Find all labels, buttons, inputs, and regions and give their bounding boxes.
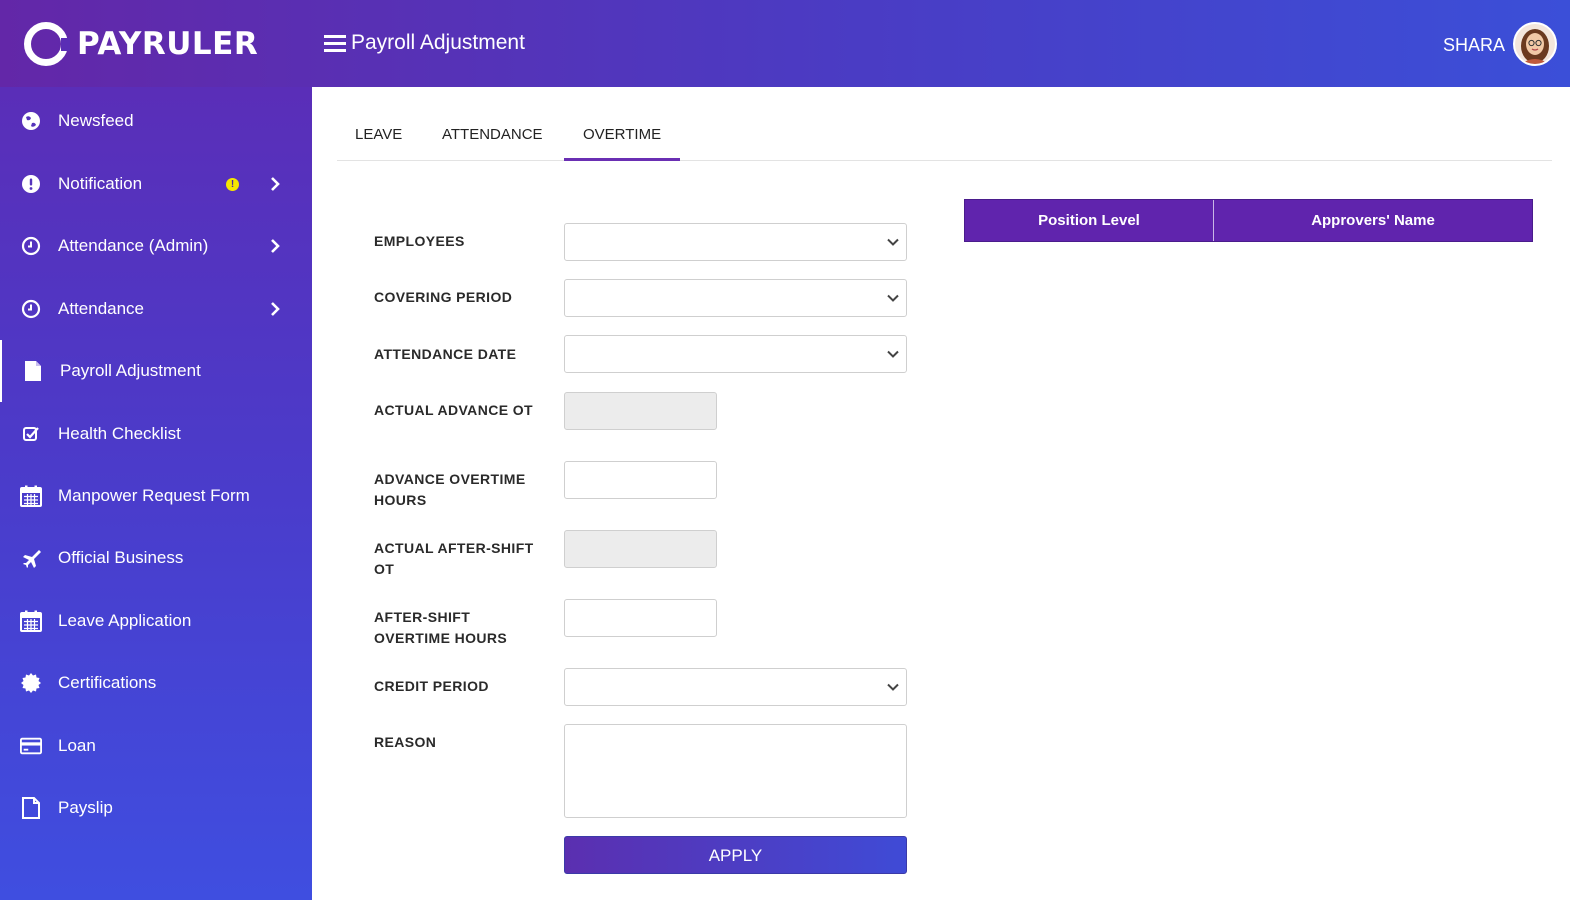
calendar-icon [20,485,42,507]
sidebar-item-attendance[interactable]: Attendance [0,278,312,340]
after-shift-overtime-hours-label: AFTER-SHIFT OVERTIME HOURS [374,609,508,646]
sidebar-item-payslip[interactable]: Payslip [0,777,312,839]
sidebar-item-leave-application[interactable]: Leave Application [0,590,312,652]
sidebar-item-loan[interactable]: Loan [0,715,312,777]
logo-ring-icon [24,22,70,66]
sidebar-item-label: Manpower Request Form [58,486,250,505]
certificate-icon [20,672,42,694]
sidebar-item-label: Attendance (Admin) [58,236,209,255]
sidebar-item-label: Official Business [58,548,184,567]
sidebar-item-attendance-admin[interactable]: Attendance (Admin) [0,215,312,277]
reason-label: REASON [374,734,437,750]
after-shift-overtime-hours-input[interactable] [564,599,717,637]
actual-after-shift-ot-label: ACTUAL AFTER-SHIFT OT [374,540,534,577]
employees-label: EMPLOYEES [374,233,465,249]
credit-period-label: CREDIT PERIOD [374,678,489,694]
covering-period-label: COVERING PERIOD [374,289,513,305]
chevron-right-icon [268,238,282,254]
tab-leave[interactable]: LEAVE [355,126,402,143]
chevron-right-icon [268,176,282,192]
clock-icon [20,235,42,257]
tab-overtime[interactable]: OVERTIME [583,126,661,143]
calendar-icon [20,610,42,632]
sidebar-item-newsfeed[interactable]: Newsfeed [0,90,312,152]
sidebar-item-manpower-request-form[interactable]: Manpower Request Form [0,465,312,527]
chevron-down-icon [886,680,900,694]
chevron-right-icon [268,301,282,317]
attendance-date-select[interactable] [564,335,907,373]
sidebar: Newsfeed Notification ! Attendance (Admi… [0,87,312,900]
sidebar-item-payroll-adjustment[interactable]: Payroll Adjustment [0,340,312,402]
apply-button[interactable]: APPLY [564,836,907,874]
sidebar-item-label: Loan [58,736,96,755]
page-title: Payroll Adjustment [351,31,525,54]
chevron-down-icon [886,235,900,249]
tab-bar: LEAVE ATTENDANCE OVERTIME [337,108,1552,161]
credit-period-select[interactable] [564,668,907,706]
column-header-position-level: Position Level [965,200,1214,241]
checkbox-icon [20,423,42,445]
chevron-down-icon [886,347,900,361]
user-avatar[interactable] [1513,22,1557,66]
advance-overtime-hours-input[interactable] [564,461,717,499]
sidebar-item-certifications[interactable]: Certifications [0,652,312,714]
top-bar: PAYRULER Payroll Adjustment SHARA [0,0,1570,87]
exclamation-circle-icon [20,173,42,195]
attendance-date-label: ATTENDANCE DATE [374,346,517,362]
advance-overtime-hours-label: ADVANCE OVERTIME HOURS [374,471,526,508]
sidebar-item-label: Payslip [58,798,113,817]
actual-after-shift-ot-field [564,530,717,568]
sidebar-item-label: Health Checklist [58,424,181,443]
clock-icon [20,298,42,320]
employees-select[interactable] [564,223,907,261]
notification-badge: ! [226,177,239,191]
file-outline-icon [20,797,42,819]
sidebar-item-official-business[interactable]: Official Business [0,527,312,589]
actual-advance-ot-label: ACTUAL ADVANCE OT [374,402,533,418]
credit-card-icon [20,735,42,757]
covering-period-select[interactable] [564,279,907,317]
sidebar-item-label: Certifications [58,673,157,692]
sidebar-item-label: Attendance [58,299,145,318]
chevron-down-icon [886,291,900,305]
reason-textarea[interactable] [564,724,907,818]
sidebar-item-label: Leave Application [58,611,192,630]
brand-name: PAYRULER [77,26,259,62]
sidebar-item-label: Payroll Adjustment [60,361,201,380]
approvers-table-header: Position Level Approvers' Name [964,199,1533,242]
sidebar-item-health-checklist[interactable]: Health Checklist [0,403,312,465]
sidebar-item-notification[interactable]: Notification ! [0,153,312,215]
file-icon [22,360,44,382]
user-name[interactable]: SHARA [1443,35,1505,56]
active-tab-indicator [564,158,680,161]
sidebar-item-label: Newsfeed [58,111,134,130]
hamburger-menu-icon[interactable] [324,35,346,53]
column-header-approvers-name: Approvers' Name [1311,212,1435,229]
sidebar-item-label: Notification [58,174,143,193]
tab-attendance[interactable]: ATTENDANCE [442,126,543,143]
airplane-icon [20,547,42,569]
globe-icon [20,110,42,132]
actual-advance-ot-field [564,392,717,430]
payruler-logo[interactable]: PAYRULER [24,22,258,66]
